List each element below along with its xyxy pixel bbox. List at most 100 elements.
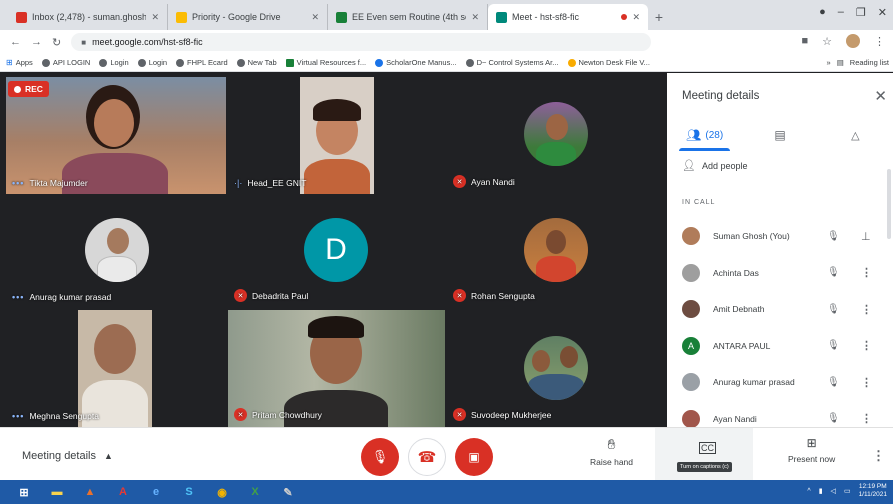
participant-tile-head-ee[interactable]: ·|· Head_EE GNIT (228, 77, 445, 194)
globe-icon (137, 58, 146, 67)
window-controls: ● – ❐ ✕ (819, 6, 887, 19)
bookmark-apps[interactable]: ⊞ Apps (6, 58, 33, 67)
tab-people[interactable]: 👥︎ (28) (667, 119, 742, 151)
more-vert-icon[interactable]: ⋮ (861, 376, 872, 389)
new-tab-button[interactable]: + (648, 4, 670, 30)
profile-dot-icon[interactable]: ● (819, 6, 826, 19)
reload-icon[interactable]: ↻ (52, 36, 61, 49)
recording-badge: REC (8, 81, 49, 97)
chat-icon: ▤ (774, 128, 786, 142)
browser-tab-drive[interactable]: Priority - Google Drive ✕ (168, 4, 328, 30)
participant-body (528, 374, 584, 400)
more-vert-icon[interactable]: ⋮ (861, 412, 872, 425)
bookmark-item[interactable]: FHPL Ecard (176, 58, 228, 67)
close-tab-icon[interactable]: ✕ (311, 12, 319, 23)
bookmark-item[interactable]: Virtual Resources f... (285, 58, 366, 67)
bookmark-item[interactable]: New Tab (236, 58, 277, 67)
reading-list[interactable]: » ▤ Reading list (826, 58, 889, 67)
add-people-button[interactable]: 👤︎ Add people (682, 159, 748, 172)
forward-icon[interactable]: → (31, 36, 42, 48)
browser-tab-inbox[interactable]: Inbox (2,478) - suman.ghosh@g ✕ (8, 4, 168, 30)
pin-icon[interactable]: ⊥ (861, 230, 871, 243)
chrome-icon[interactable]: ◉ (212, 483, 232, 501)
participant-name-tag: ✕ Debadrita Paul (234, 289, 308, 302)
participant-avatar (682, 373, 700, 392)
back-icon[interactable]: ← (10, 36, 21, 48)
clock[interactable]: 12:19 PM 1/11/2021 (859, 483, 887, 499)
more-vert-icon[interactable]: ⋮ (861, 266, 872, 279)
browser-tab-meet[interactable]: Meet - hst-sf8-fic ✕ (488, 4, 648, 30)
restore-icon[interactable]: ❐ (856, 6, 866, 19)
avatar-initial: A (687, 340, 694, 351)
acrobat-icon[interactable]: A (113, 483, 133, 501)
audio-level-icon: ••• (12, 411, 25, 421)
bookmark-item[interactable]: Login (99, 58, 129, 67)
skype-icon[interactable]: S (179, 483, 199, 501)
screen: Inbox (2,478) - suman.ghosh@g ✕ Priority… (0, 0, 893, 504)
bookmark-item[interactable]: Login (137, 58, 167, 67)
audio-level-icon: ••• (12, 178, 25, 188)
close-tab-icon[interactable]: ✕ (471, 12, 479, 23)
globe-icon (236, 58, 245, 67)
more-options-icon[interactable]: ⋮ (872, 448, 885, 464)
recording-indicator-icon (621, 14, 628, 20)
omnibox[interactable]: ■ meet.google.com/hst-sf8-fic (71, 33, 652, 51)
camera-toggle-button[interactable]: ▣ (455, 438, 493, 476)
participant-body (97, 256, 137, 282)
participant-name-tag: ·|· Head_EE GNIT (234, 178, 307, 188)
more-vert-icon[interactable]: ⋮ (861, 339, 872, 352)
participant-tile-ayan[interactable]: ✕ Ayan Nandi (447, 77, 665, 194)
raise-hand-button[interactable]: ✋︎ Raise hand (590, 436, 633, 467)
participant-row[interactable]: Amit Debnath 🎙︎ ⋮ (667, 291, 893, 328)
bookmark-item[interactable]: API LOGIN (41, 58, 90, 67)
close-window-icon[interactable]: ✕ (878, 6, 887, 19)
paint-icon[interactable]: ✎ (278, 483, 298, 501)
participant-row[interactable]: A ANTARA PAUL 🎙︎ ⋮ (667, 328, 893, 365)
network-icon[interactable]: ▮ (819, 487, 823, 495)
participant-face (107, 228, 129, 254)
tab-activities[interactable]: △ (818, 119, 893, 151)
more-vert-icon[interactable]: ⋮ (861, 303, 872, 316)
mic-toggle-button[interactable]: 🎙︎ (361, 438, 399, 476)
file-explorer-icon[interactable]: ▬ (47, 483, 67, 501)
menu-icon[interactable]: ⋮ (874, 35, 885, 48)
mic-off-icon: 🎙︎ (827, 267, 840, 279)
globe-icon (176, 58, 185, 67)
tray-chevron-icon[interactable]: ^ (807, 488, 810, 495)
bookmark-item[interactable]: Newton Desk File V... (567, 58, 650, 67)
participant-row[interactable]: Achinta Das 🎙︎ ⋮ (667, 255, 893, 292)
meeting-details-button[interactable]: Meeting details ▲ (22, 450, 113, 462)
participant-tile-debadrita[interactable]: D ✕ Debadrita Paul (228, 196, 445, 308)
mic-off-icon: ✕ (453, 408, 466, 421)
close-tab-icon[interactable]: ✕ (632, 12, 640, 23)
participant-tile-meghna[interactable]: ••• Meghna Sengupta (6, 310, 226, 427)
bookmark-item[interactable]: D~ Control Systems Ar... (465, 58, 559, 67)
leave-call-button[interactable]: ☎︎ (408, 438, 446, 476)
participant-tile-pritam[interactable]: ✕ Pritam Chowdhury (228, 310, 445, 427)
browser-tab-sheets[interactable]: EE Even sem Routine (4th sem ... ✕ (328, 4, 488, 30)
bookmark-item[interactable]: ScholarOne Manus... (375, 58, 457, 67)
participant-tile-rohan[interactable]: ✕ Rohan Sengupta (447, 196, 665, 308)
excel-icon[interactable]: X (245, 483, 265, 501)
participant-row[interactable]: Suman Ghosh (You) 🎙︎ ⊥ (667, 218, 893, 255)
participant-tile-anurag[interactable]: ••• Anurag kumar prasad (6, 196, 226, 308)
battery-icon[interactable]: ▭ (844, 487, 851, 495)
edge-icon[interactable]: e (146, 483, 166, 501)
participant-name-tag: ✕ Suvodeep Mukherjee (453, 408, 551, 421)
mic-off-icon: 🎙︎ (827, 230, 840, 242)
bookmark-star-icon[interactable]: ☆ (822, 35, 832, 48)
participant-name: Suman Ghosh (You) (713, 231, 790, 242)
close-tab-icon[interactable]: ✕ (151, 12, 159, 23)
minimize-icon[interactable]: – (838, 6, 844, 19)
tab-chat[interactable]: ▤ (742, 119, 817, 151)
profile-avatar[interactable] (846, 34, 860, 48)
captions-button[interactable]: CC (655, 428, 753, 481)
volume-icon[interactable]: ◁ (831, 487, 836, 495)
present-now-button[interactable]: ⊞ Present now (788, 436, 835, 464)
close-icon[interactable]: ✕ (874, 87, 887, 105)
windows-start-icon[interactable]: ⊞ (14, 483, 34, 501)
participant-tile-suvodeep[interactable]: ✕ Suvodeep Mukherjee (447, 310, 665, 427)
matlab-icon[interactable]: ▲ (80, 483, 100, 501)
camera-icon[interactable]: ■ (801, 35, 808, 47)
participant-row[interactable]: Anurag kumar prasad 🎙︎ ⋮ (667, 364, 893, 401)
